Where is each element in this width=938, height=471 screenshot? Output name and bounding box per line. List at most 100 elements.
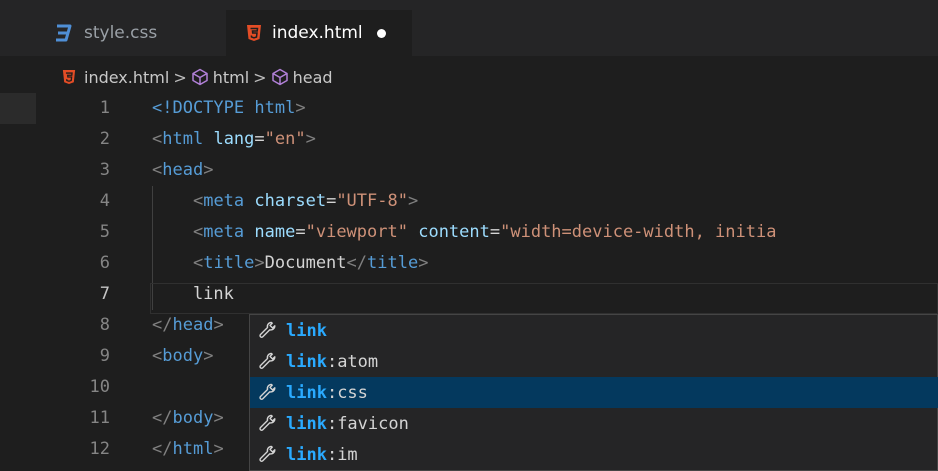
breadcrumb-file[interactable]: index.html — [84, 68, 169, 87]
code-token: > — [254, 253, 265, 273]
code-token: html — [172, 439, 214, 459]
wrench-icon — [258, 320, 280, 342]
code-token: > — [203, 160, 214, 180]
autocomplete-widget[interactable]: link link:atom link:css link:favicon link:im — [249, 314, 938, 471]
code-token: html — [162, 129, 204, 149]
code-token: "UTF-8" — [336, 191, 408, 211]
html5-icon — [246, 24, 262, 42]
code-token: name — [254, 222, 296, 242]
suggestion-item[interactable]: link:favicon — [250, 408, 938, 439]
code-token: < — [192, 222, 204, 242]
code-token: Document — [264, 253, 347, 273]
code-token: > — [203, 346, 214, 366]
line-number: 2 — [99, 129, 110, 149]
code-line[interactable]: 7 link — [0, 279, 938, 310]
code-line[interactable]: 6 <title>Document</title> — [0, 248, 938, 279]
line-number: 11 — [89, 408, 110, 428]
code-token: "viewport" — [305, 222, 408, 242]
html5-icon — [62, 69, 76, 85]
suggestion-rest: :im — [326, 444, 358, 465]
code-token: < — [152, 160, 163, 180]
code-token: content — [418, 222, 490, 242]
tab-index-html[interactable]: index.html — [226, 10, 412, 56]
code-token: html — [254, 98, 296, 118]
code-token: meta — [203, 191, 245, 211]
code-token: "width=device-width, initia — [500, 222, 777, 242]
code-token: body — [172, 408, 214, 428]
unsaved-dot-icon[interactable] — [376, 28, 386, 38]
suggestion-match: link — [286, 382, 327, 403]
breadcrumb: index.html > html > head — [62, 64, 333, 90]
code-text: link — [152, 279, 234, 310]
line-number: 8 — [99, 315, 110, 335]
suggestion-match: link — [286, 444, 327, 465]
suggestion-rest: :favicon — [326, 413, 409, 434]
code-token: lang — [213, 129, 255, 149]
suggestion-item[interactable]: link:im — [250, 439, 938, 470]
code-token: < — [192, 191, 204, 211]
wrench-icon — [258, 382, 280, 404]
line-number: 5 — [99, 222, 110, 242]
code-token: title — [203, 253, 255, 273]
code-token: body — [162, 346, 204, 366]
code-token: > — [213, 315, 224, 335]
line-number: 6 — [99, 253, 110, 273]
code-token: > — [213, 439, 224, 459]
breadcrumb-head[interactable]: head — [293, 68, 333, 87]
code-token: </ — [346, 253, 368, 273]
code-token: = — [489, 222, 501, 242]
code-token: = — [295, 222, 306, 242]
breadcrumb-separator: > — [253, 67, 267, 87]
suggestion-rest: :atom — [326, 351, 379, 372]
code-text: <head> — [152, 155, 213, 186]
code-token: > — [305, 129, 316, 149]
code-token: charset — [254, 191, 327, 211]
code-text: </body> — [152, 403, 224, 434]
code-text: <body> — [152, 341, 213, 372]
code-token: meta — [203, 222, 245, 242]
suggestion-match: link — [286, 413, 327, 434]
suggestion-item[interactable]: link:atom — [250, 346, 938, 377]
code-line[interactable]: 2 <html lang="en"> — [0, 124, 938, 155]
code-token: </ — [152, 408, 173, 428]
line-number: 4 — [99, 191, 110, 211]
wrench-icon — [258, 444, 280, 466]
wrench-icon — [258, 413, 280, 435]
code-token: title — [367, 253, 419, 273]
code-text: </html> — [152, 434, 224, 465]
breadcrumb-html[interactable]: html — [213, 68, 249, 87]
code-line[interactable]: 5 <meta name="viewport" content="width=d… — [0, 217, 938, 248]
cube-icon — [271, 68, 289, 86]
code-token: > — [213, 408, 224, 428]
code-token: = — [326, 191, 337, 211]
suggestion-item[interactable]: link:css — [250, 377, 938, 408]
code-token: < — [192, 253, 204, 273]
line-number: 3 — [99, 160, 110, 180]
line-number: 7 — [99, 284, 110, 304]
code-token: < — [152, 346, 163, 366]
code-token: > — [418, 253, 429, 273]
code-token: = — [254, 129, 265, 149]
line-number: 9 — [99, 346, 110, 366]
cube-icon — [191, 68, 209, 86]
wrench-icon — [258, 351, 280, 373]
tab-label: index.html — [272, 23, 363, 43]
suggestion-item[interactable]: link — [250, 315, 938, 346]
code-token: </ — [152, 439, 173, 459]
code-line[interactable]: 3 <head> — [0, 155, 938, 186]
code-text: <title>Document</title> — [152, 248, 429, 279]
suggestion-match: link — [286, 351, 327, 372]
code-line[interactable]: 1 <!DOCTYPE html> — [0, 93, 938, 124]
suggestion-rest: :css — [326, 382, 368, 403]
code-token: > — [407, 191, 419, 211]
line-number: 12 — [89, 439, 110, 459]
code-line[interactable]: 4 <meta charset="UTF-8"> — [0, 186, 938, 217]
code-token: </ — [152, 315, 173, 335]
tab-style-css[interactable]: style.css — [36, 10, 226, 56]
